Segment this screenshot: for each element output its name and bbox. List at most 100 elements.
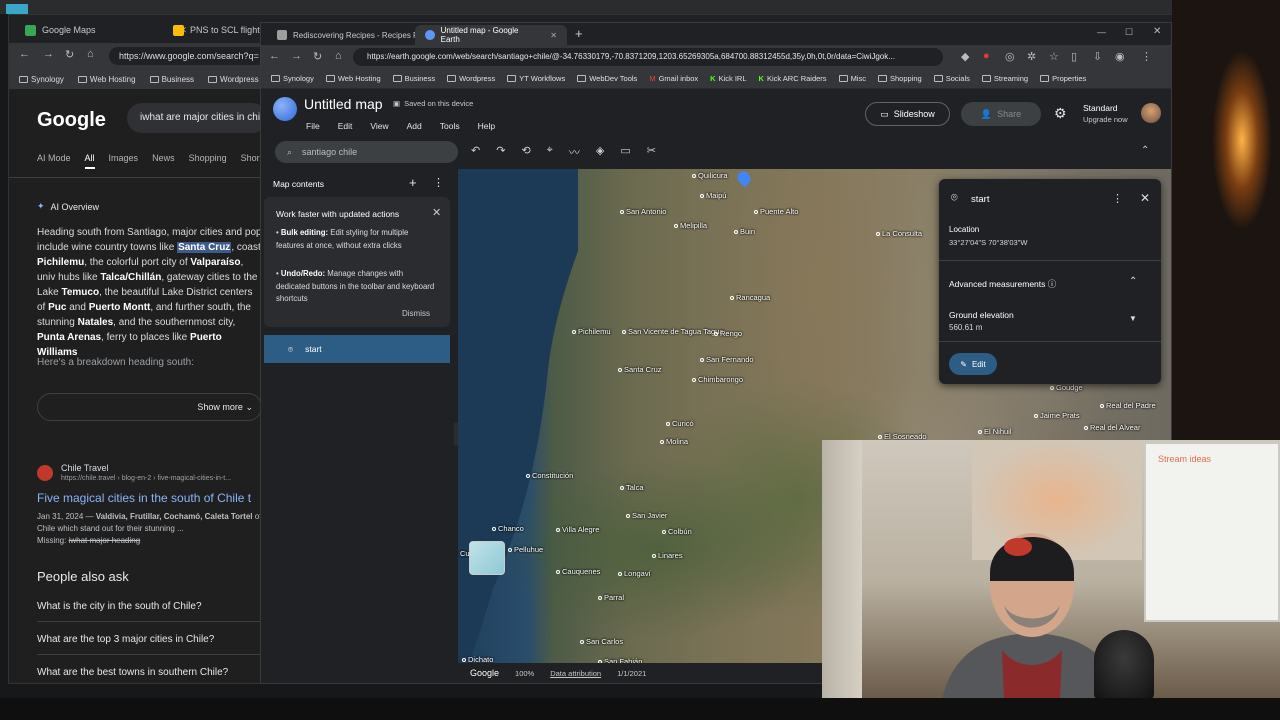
bookmark-gmail[interactable]: M Gmail inbox	[649, 74, 698, 83]
bookmark-star-icon[interactable]: ☆	[1049, 50, 1059, 63]
bookmark-properties[interactable]: Properties	[1040, 74, 1086, 83]
url-field[interactable]: https://earth.google.com/web/search/sant…	[353, 48, 943, 66]
menu-add[interactable]: Add	[407, 121, 422, 131]
avatar[interactable]	[1141, 103, 1161, 123]
extension-icon[interactable]: ◆	[961, 50, 969, 63]
ruler-icon[interactable]: ▭	[620, 144, 630, 160]
city-label[interactable]: Goudge	[1056, 383, 1083, 392]
back-icon[interactable]: ←	[269, 50, 280, 62]
puzzle-icon[interactable]: ✲	[1027, 50, 1036, 63]
share-button[interactable]: 👤 Share	[961, 102, 1041, 126]
bookmark-synology[interactable]: Synology	[271, 74, 314, 83]
city-label[interactable]: Colbún	[668, 527, 692, 536]
city-label[interactable]: Cauquenes	[562, 567, 600, 576]
bookmark-shopping[interactable]: Shopping	[877, 74, 922, 83]
bookmark-streaming[interactable]: Streaming	[981, 74, 1028, 83]
city-label[interactable]: Melipilla	[680, 221, 707, 230]
layers-icon[interactable]: ◈	[596, 144, 604, 160]
search-input[interactable]: ⌕ santiago chile	[275, 141, 458, 163]
show-more-button[interactable]: Show more ⌄	[37, 393, 262, 421]
home-icon[interactable]: ⌂	[335, 50, 342, 62]
city-label[interactable]: Constitución	[532, 471, 573, 480]
edit-button[interactable]: ✎ Edit	[949, 353, 997, 375]
google-search-input[interactable]: iwhat are major cities in chile	[127, 103, 267, 133]
tab-images[interactable]: Images	[109, 153, 139, 169]
add-icon[interactable]: +	[409, 175, 417, 190]
close-window-icon[interactable]: ✕	[1153, 26, 1161, 37]
upgrade-link[interactable]: Upgrade now	[1083, 115, 1128, 124]
bookmark-webdev-tools[interactable]: WebDev Tools	[577, 74, 637, 83]
city-label[interactable]: Pelluhue	[514, 545, 543, 554]
undo-icon[interactable]: ↶	[471, 144, 480, 160]
tab-shopping[interactable]: Shopping	[189, 153, 227, 169]
tab-ai-mode[interactable]: AI Mode	[37, 153, 71, 169]
city-label[interactable]: San Vicente de Tagua Tagua	[628, 327, 724, 336]
history-icon[interactable]: ⟲	[521, 144, 530, 160]
bookmark-socials[interactable]: Socials	[933, 74, 970, 83]
extension-icon[interactable]: ◎	[1005, 50, 1015, 63]
city-label[interactable]: Parral	[604, 593, 624, 602]
close-icon[interactable]: ✕	[550, 31, 557, 40]
city-label[interactable]: Rengo	[720, 329, 742, 338]
city-label[interactable]: Real del Padre	[1106, 401, 1156, 410]
map-style-thumbnail[interactable]	[469, 541, 505, 575]
forward-icon[interactable]: →	[43, 48, 54, 60]
bookmark-web-hosting[interactable]: Web Hosting	[325, 74, 381, 83]
city-label[interactable]: Jaime Prats	[1040, 411, 1080, 420]
paa-question[interactable]: What is the city in the south of Chile?	[37, 601, 202, 612]
city-label[interactable]: Chimbarongo	[698, 375, 743, 384]
more-vert-icon[interactable]: ⋮	[433, 176, 444, 189]
bookmark-business[interactable]: Business	[149, 75, 194, 84]
more-vert-icon[interactable]: ⋮	[1112, 192, 1123, 205]
back-icon[interactable]: ←	[19, 48, 30, 60]
city-label[interactable]: Villa Alegre	[562, 525, 599, 534]
slideshow-button[interactable]: ▭ Slideshow	[865, 102, 950, 126]
add-placemark-icon[interactable]: ⌖	[547, 144, 553, 160]
tab-flights[interactable]: PNS to SCL flights	[165, 19, 272, 41]
city-label[interactable]: Quilicura	[698, 171, 728, 180]
sidebar-icon[interactable]: ▯	[1071, 50, 1077, 63]
bookmark-kick-arc[interactable]: K Kick ARC Raiders	[759, 74, 827, 83]
maximize-icon[interactable]: ☐	[1125, 27, 1133, 38]
city-label[interactable]: San Antonio	[626, 207, 666, 216]
city-label[interactable]: Puente Alto	[760, 207, 798, 216]
tab-google-earth[interactable]: Untitled map - Google Earth ✕	[415, 25, 567, 45]
city-label[interactable]: Maipú	[706, 191, 726, 200]
bookmark-yt-workflows[interactable]: YT Workflows	[507, 74, 565, 83]
location-pin-icon[interactable]	[734, 169, 754, 188]
forward-icon[interactable]: →	[291, 50, 302, 62]
bookmark-business[interactable]: Business	[392, 74, 435, 83]
menu-tools[interactable]: Tools	[440, 121, 460, 131]
city-label[interactable]: Talca	[626, 483, 644, 492]
city-label[interactable]: Chanco	[498, 524, 524, 533]
new-tab-icon[interactable]: +	[575, 26, 583, 41]
city-label[interactable]: Molina	[666, 437, 688, 446]
city-label[interactable]: Pichilemu	[578, 327, 611, 336]
city-label[interactable]: El Nihuil	[984, 427, 1012, 436]
minimize-icon[interactable]: —	[1097, 27, 1106, 37]
city-label[interactable]: Rancagua	[736, 293, 770, 302]
project-title[interactable]: Untitled map	[304, 96, 383, 112]
city-label[interactable]: La Consulta	[882, 229, 922, 238]
tab-all[interactable]: All	[84, 153, 95, 169]
city-label[interactable]: Linares	[658, 551, 683, 560]
advanced-measurements-header[interactable]: Advanced measurements ⓘ	[949, 278, 1056, 290]
city-label[interactable]: San Javier	[632, 511, 667, 520]
gear-icon[interactable]: ⚙	[1054, 105, 1067, 122]
google-earth-logo-icon[interactable]	[273, 97, 297, 121]
menu-view[interactable]: View	[370, 121, 388, 131]
city-label[interactable]: Buin	[740, 227, 755, 236]
bookmark-wordpress[interactable]: Wordpress	[447, 74, 495, 83]
redo-icon[interactable]: ↷	[496, 144, 505, 160]
reload-icon[interactable]: ↻	[313, 50, 322, 63]
bookmark-misc[interactable]: Misc	[838, 74, 866, 83]
dismiss-button[interactable]: Dismiss	[402, 309, 430, 318]
chevron-up-icon[interactable]: ⌃	[1141, 145, 1149, 156]
city-label[interactable]: San Fernando	[706, 355, 754, 364]
menu-edit[interactable]: Edit	[338, 121, 353, 131]
city-label[interactable]: Curicó	[672, 419, 694, 428]
paa-question[interactable]: What are the top 3 major cities in Chile…	[37, 634, 214, 645]
bookmark-wordpress[interactable]: Wordpress	[208, 75, 259, 84]
tab-news[interactable]: News	[152, 153, 175, 169]
draw-path-icon[interactable]: 〰	[569, 144, 580, 160]
